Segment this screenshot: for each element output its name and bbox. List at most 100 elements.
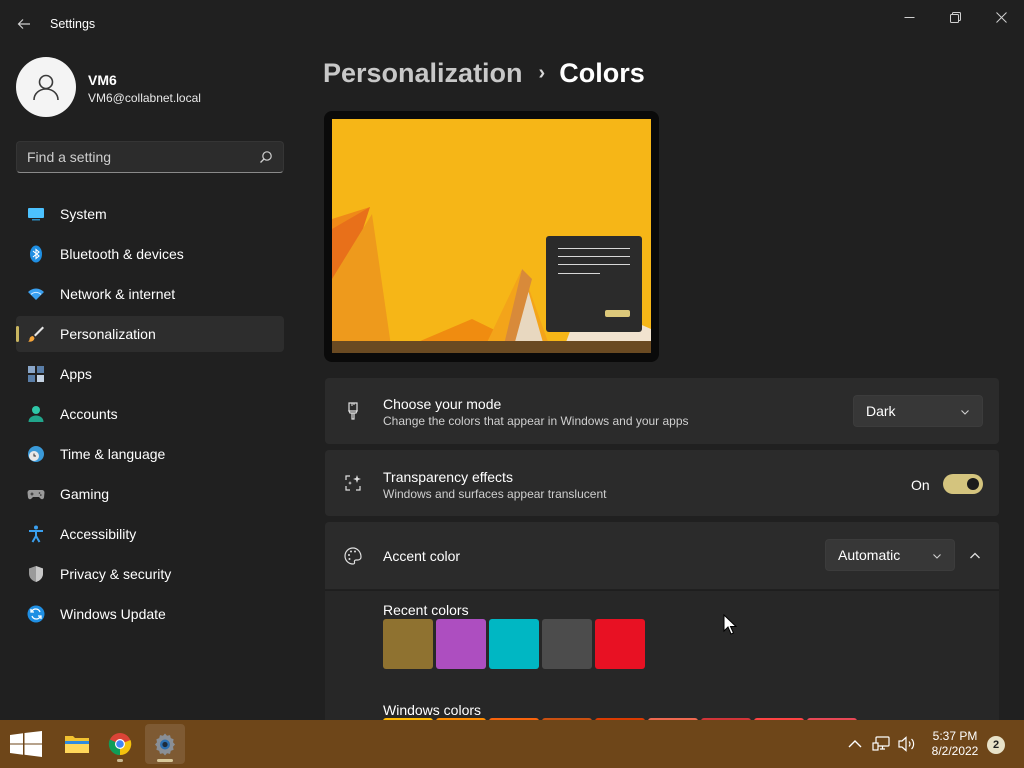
sidebar-item-label: Accounts <box>60 406 118 422</box>
sidebar-item-personalization[interactable]: Personalization <box>16 316 284 352</box>
network-icon[interactable] <box>872 734 892 754</box>
sidebar-item-label: Privacy & security <box>60 566 172 582</box>
update-icon <box>27 605 45 623</box>
accent-dropdown[interactable]: Automatic <box>825 539 955 571</box>
chevron-up-icon[interactable] <box>845 734 865 754</box>
breadcrumb-parent[interactable]: Personalization <box>323 58 523 88</box>
accounts-icon <box>28 406 44 422</box>
clock-time: 5:37 PM <box>932 729 978 743</box>
transparency-title: Transparency effects <box>383 469 513 485</box>
sidebar-item-label: Bluetooth & devices <box>60 246 184 262</box>
sidebar-item-accounts[interactable]: Accounts <box>16 396 284 432</box>
chevron-down-icon <box>933 554 941 559</box>
mode-card: Choose your mode Change the colors that … <box>325 378 999 444</box>
mode-dropdown[interactable]: Dark <box>853 395 983 427</box>
app-title: Settings <box>50 17 96 31</box>
back-arrow-icon <box>17 19 30 29</box>
sidebar-item-label: Gaming <box>60 486 110 502</box>
sidebar-item-apps[interactable]: Apps <box>16 356 284 392</box>
clock-date: 8/2/2022 <box>931 744 979 758</box>
sidebar-item-network[interactable]: Network & internet <box>16 276 284 312</box>
brush-icon <box>28 326 44 342</box>
file-explorer-button[interactable] <box>57 724 97 764</box>
transparency-toggle[interactable] <box>943 474 983 494</box>
restore-icon <box>949 11 961 23</box>
restore-button[interactable] <box>932 4 978 30</box>
toggle-knob <box>967 478 979 490</box>
recent-color-swatch[interactable] <box>595 619 645 669</box>
recent-colors-label: Recent colors <box>383 602 469 618</box>
mode-title: Choose your mode <box>383 396 502 412</box>
sidebar-item-gaming[interactable]: Gaming <box>16 476 284 512</box>
close-icon <box>995 11 1007 23</box>
user-name: VM6 <box>88 72 117 88</box>
start-button[interactable] <box>6 724 46 764</box>
accent-title: Accent color <box>383 548 461 564</box>
sidebar-item-system[interactable]: System <box>16 196 284 232</box>
preview-taskbar <box>332 341 651 353</box>
recent-color-swatch[interactable] <box>383 619 433 669</box>
transparency-state-label: On <box>911 477 930 493</box>
mode-description: Change the colors that appear in Windows… <box>383 414 689 428</box>
sidebar-item-accessibility[interactable]: Accessibility <box>16 516 284 552</box>
shield-icon <box>29 566 43 582</box>
sidebar-item-label: Network & internet <box>60 286 176 302</box>
chrome-icon <box>108 733 132 756</box>
mode-value: Dark <box>866 403 896 419</box>
accent-value: Automatic <box>838 547 901 563</box>
title-bar: Settings <box>0 0 1024 48</box>
sidebar-item-label: Accessibility <box>60 526 137 542</box>
sidebar-item-privacy-security[interactable]: Privacy & security <box>16 556 284 592</box>
volume-icon[interactable] <box>897 734 917 754</box>
settings-taskbar-button[interactable] <box>145 724 185 764</box>
recent-color-swatch[interactable] <box>489 619 539 669</box>
accessibility-icon <box>29 525 43 543</box>
minimize-button[interactable] <box>886 4 932 30</box>
settings-icon <box>155 733 175 756</box>
minimize-icon <box>904 16 914 18</box>
apps-icon <box>28 366 44 382</box>
breadcrumb: Personalization › Colors <box>323 58 645 89</box>
system-icon <box>28 208 44 221</box>
breadcrumb-separator: › <box>538 62 546 84</box>
page-title: Colors <box>559 58 645 88</box>
chevron-up-icon[interactable] <box>969 550 981 562</box>
gamepad-icon <box>27 490 45 500</box>
preview-line <box>558 248 630 249</box>
close-button[interactable] <box>978 4 1024 30</box>
avatar[interactable] <box>16 57 76 117</box>
sidebar-item-label: System <box>60 206 107 222</box>
windows-start-icon <box>10 731 42 757</box>
preview-line <box>558 256 630 257</box>
system-clock[interactable]: 5:37 PM 8/2/2022 <box>920 729 990 759</box>
paintbrush-icon <box>348 402 358 420</box>
recent-color-swatch[interactable] <box>542 619 592 669</box>
preview-wallpaper <box>332 119 651 353</box>
sidebar-item-label: Time & language <box>60 446 166 462</box>
file-explorer-icon <box>65 736 89 753</box>
clock-globe-icon <box>28 446 44 462</box>
transparency-description: Windows and surfaces appear translucent <box>383 487 607 501</box>
sidebar-item-bluetooth[interactable]: Bluetooth & devices <box>16 236 284 272</box>
search-input[interactable] <box>27 149 247 165</box>
notification-badge[interactable]: 2 <box>987 736 1005 754</box>
recent-color-swatch[interactable] <box>436 619 486 669</box>
search-box[interactable] <box>16 141 284 173</box>
running-indicator <box>117 759 123 762</box>
person-icon <box>33 74 59 101</box>
transparency-card: Transparency effects Windows and surface… <box>325 450 999 516</box>
sidebar-item-label: Apps <box>60 366 92 382</box>
chrome-button[interactable] <box>100 724 140 764</box>
search-icon[interactable] <box>259 150 273 164</box>
mouse-cursor-icon <box>723 614 737 635</box>
accent-card[interactable]: Accent color Automatic <box>325 522 999 589</box>
sidebar-item-windows-update[interactable]: Windows Update <box>16 596 284 632</box>
wifi-icon <box>28 288 44 300</box>
preview-button <box>605 310 630 317</box>
sidebar-item-time-language[interactable]: Time & language <box>16 436 284 472</box>
theme-preview <box>324 111 659 362</box>
chevron-down-icon <box>961 410 969 415</box>
taskbar <box>0 720 1024 768</box>
transparency-sparkle-icon <box>345 475 361 491</box>
back-button[interactable] <box>12 12 36 36</box>
